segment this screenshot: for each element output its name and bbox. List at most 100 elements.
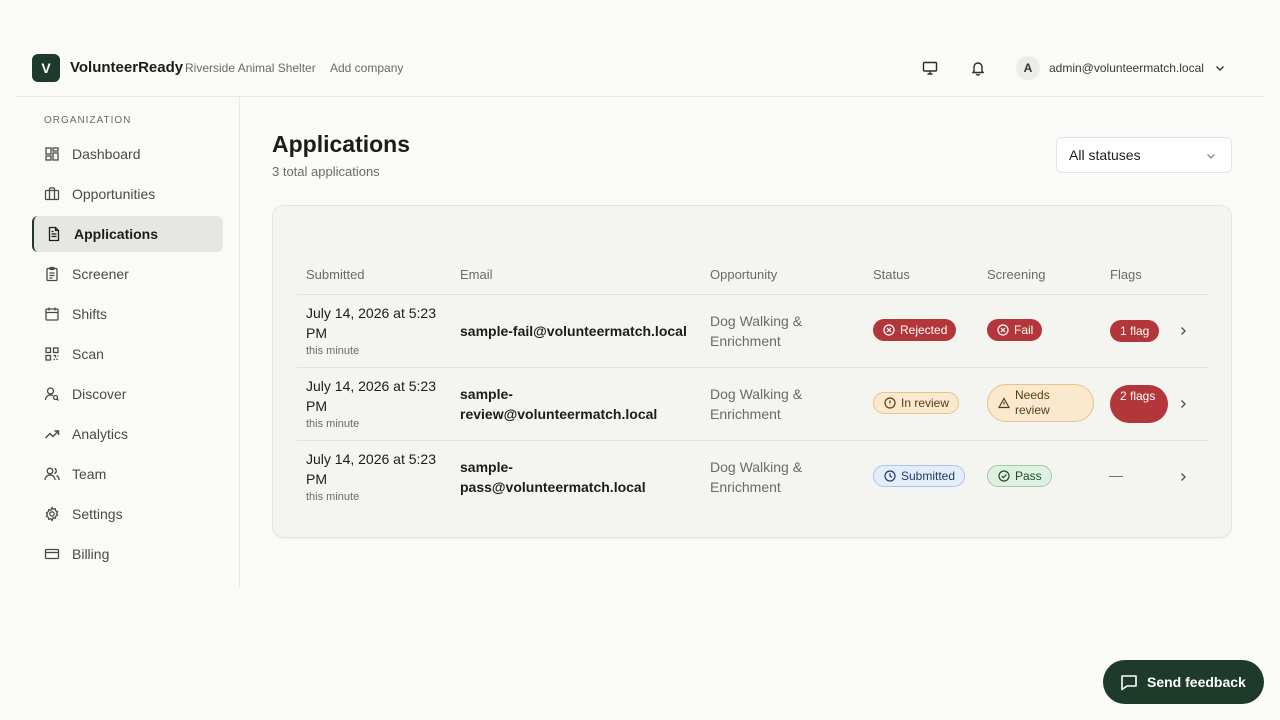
organization-switcher[interactable]: Riverside Animal Shelter [185,61,316,75]
send-feedback-button[interactable]: Send feedback [1103,660,1264,704]
status-filter-select[interactable]: All statuses [1056,137,1232,173]
bell-icon[interactable] [968,58,988,78]
sidebar-item-label: Dashboard [72,146,141,162]
sidebar-item-label: Team [72,466,107,482]
column-header-screening[interactable]: Screening [987,267,1046,282]
sidebar-item-label: Screener [72,266,129,282]
sidebar-item-shifts[interactable]: Shifts [32,296,223,332]
check-circle-icon [998,470,1010,482]
submitted-relative: this minute [306,345,360,357]
status-label: In review [901,396,950,410]
sidebar-item-label: Billing [72,546,110,562]
screening-badge: Fail [987,319,1043,341]
submitted-relative: this minute [306,418,360,430]
submitted-date: July 14, 2026 at 5:23 PM [306,305,436,341]
sidebar-item-label: Applications [74,226,159,242]
add-company-link[interactable]: Add company [330,61,403,75]
flags-empty: — [1109,467,1123,483]
gear-icon [44,506,60,522]
sidebar-heading: ORGANIZATION [44,115,132,126]
column-header-submitted[interactable]: Submitted [306,267,365,282]
sidebar-item-label: Opportunities [72,186,156,202]
sidebar-item-label: Discover [72,386,127,402]
send-feedback-label: Send feedback [1147,674,1246,690]
sidebar-item-screener[interactable]: Screener [32,256,223,292]
page-subtitle: 3 total applications [272,164,380,179]
document-icon [46,226,62,242]
sidebar-item-opportunities[interactable]: Opportunities [32,176,223,212]
user-menu[interactable]: A admin@volunteermatch.local [1016,54,1226,82]
sidebar: ORGANIZATION Dashboard Opportunities App… [16,97,240,588]
sidebar-item-team[interactable]: Team [32,456,223,492]
opportunity-name: Dog Walking & Enrichment [710,386,803,422]
flags-badge: 1 flag [1110,320,1160,342]
table-row[interactable]: July 14, 2026 at 5:23 PM this minute sam… [297,368,1208,441]
chevron-down-icon [1214,62,1226,74]
clock-icon [884,470,896,482]
sidebar-item-label: Analytics [72,426,129,442]
flags-badge: 2 flags [1110,385,1168,423]
sidebar-item-billing[interactable]: Billing [32,536,223,572]
monitor-icon[interactable] [920,58,940,78]
applicant-email: sample-fail@volunteermatch.local [460,323,687,339]
clipboard-icon [44,266,60,282]
dashboard-icon [44,146,60,162]
opportunity-name: Dog Walking & Enrichment [710,459,803,495]
column-header-status[interactable]: Status [873,267,910,282]
credit-card-icon [44,546,60,562]
status-label: Submitted [901,469,956,483]
app-logo[interactable]: V [32,54,60,82]
message-square-icon [1119,672,1139,692]
avatar: A [1016,56,1040,80]
submitted-relative: this minute [306,491,360,503]
sidebar-item-label: Scan [72,346,104,362]
user-search-icon [44,386,60,402]
sidebar-item-analytics[interactable]: Analytics [32,416,223,452]
trending-up-icon [44,426,60,442]
page-title: Applications [272,131,411,157]
screening-label: Pass [1015,469,1042,483]
sidebar-item-label: Shifts [72,306,108,322]
chevron-right-icon[interactable] [1177,398,1189,410]
submitted-date: July 14, 2026 at 5:23 PM [306,451,436,487]
status-label: Rejected [900,323,948,337]
column-header-email[interactable]: Email [460,267,493,282]
top-header: V VolunteerReady Riverside Animal Shelte… [16,38,1264,97]
sidebar-item-scan[interactable]: Scan [32,336,223,372]
column-header-flags[interactable]: Flags [1110,267,1142,282]
screening-label: Needs review [1015,388,1050,417]
status-filter-value: All statuses [1069,147,1141,163]
status-badge: Rejected [873,319,957,341]
sidebar-item-dashboard[interactable]: Dashboard [32,136,223,172]
warning-triangle-icon [998,397,1010,409]
screening-label: Fail [1014,323,1034,337]
user-email: admin@volunteermatch.local [1049,61,1204,75]
table-row[interactable]: July 14, 2026 at 5:23 PM this minute sam… [297,441,1208,514]
applicant-email: sample-pass@volunteermatch.local [460,459,646,495]
status-badge: In review [873,392,960,414]
chevron-right-icon[interactable] [1177,325,1189,337]
chevron-down-icon [1205,150,1217,162]
status-badge: Submitted [873,465,966,487]
x-circle-icon [997,324,1009,336]
briefcase-icon [44,186,60,202]
app-name[interactable]: VolunteerReady [70,59,183,76]
screening-badge: Pass [987,465,1052,487]
sidebar-item-settings[interactable]: Settings [32,496,223,532]
screening-badge: Needs review [987,384,1094,422]
applicant-email: sample-review@volunteermatch.local [460,386,658,422]
calendar-icon [44,306,60,322]
opportunity-name: Dog Walking & Enrichment [710,313,803,349]
alert-circle-icon [884,397,896,409]
chevron-right-icon[interactable] [1177,471,1189,483]
sidebar-item-discover[interactable]: Discover [32,376,223,412]
qr-code-icon [44,346,60,362]
submitted-date: July 14, 2026 at 5:23 PM [306,378,436,414]
table-row[interactable]: July 14, 2026 at 5:23 PM this minute sam… [297,295,1208,368]
column-header-opportunity[interactable]: Opportunity [710,267,777,282]
users-icon [44,466,60,482]
applications-table-card: Submitted Email Opportunity Status Scree… [272,205,1232,538]
sidebar-item-label: Settings [72,506,123,522]
sidebar-item-applications[interactable]: Applications [32,216,223,252]
x-circle-icon [883,324,895,336]
